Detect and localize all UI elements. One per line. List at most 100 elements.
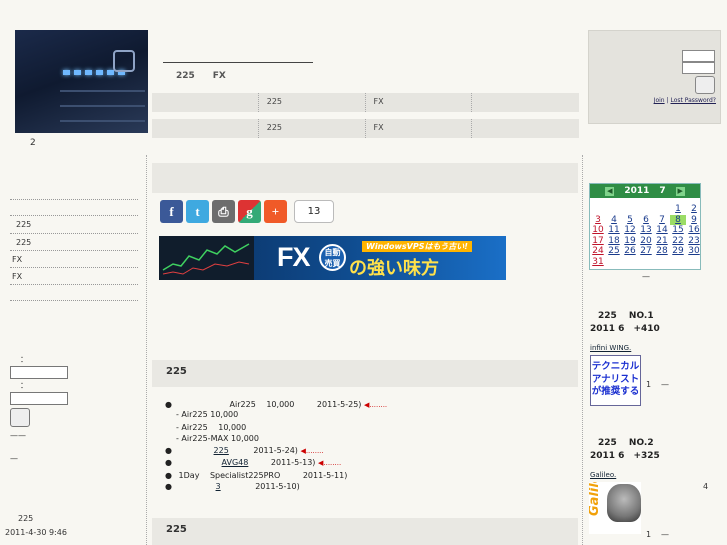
add-icon[interactable]: + [264,200,287,223]
calendar-day[interactable]: 31 [590,257,606,268]
fx-banner[interactable]: FX 自動 売買 WindowsVPSはもう古い! の強い味方 [159,236,506,280]
post-link[interactable]: 1Day Specialist225PRO [179,471,281,480]
calendar-day[interactable]: 24 [590,246,606,257]
sidebar-item[interactable]: FX [12,272,22,281]
list-item: ● 3 2011-5-10) [165,482,300,491]
nav-item[interactable] [472,93,579,112]
section-header: 225 [152,360,578,387]
technical-analyst-badge[interactable]: テクニカル アナリスト が推奨する [590,355,641,406]
calendar-day[interactable]: 15 [670,225,686,236]
nav-item[interactable] [152,93,259,112]
calendar-empty-cell [638,257,654,268]
recent-post-title[interactable]: 225 [18,514,33,523]
calendar-day[interactable]: 18 [606,236,622,247]
list-item: ● Air225 10,000 2011-5-25) ◀........ [165,400,388,409]
list-item[interactable]: - Air225-MAX 10,000 [176,434,259,443]
calendar-grid: 1 2 3 4 5 6 7 8 9 10 11 12 13 14 15 16 17 18 19 20 21 22 23 24 2… [590,198,700,267]
join-link[interactable]: Join [654,97,665,104]
calendar-footer-link[interactable]: — [642,272,650,281]
nav-item[interactable]: FX [366,93,473,112]
ranking-link[interactable]: infini WING. [590,344,631,352]
calendar-day[interactable]: 21 [654,236,670,247]
calendar-day[interactable]: 3 [590,215,606,226]
calendar-day[interactable]: 1 [670,204,686,215]
calendar-day[interactable]: 8 [670,214,686,225]
site-subtitle: 225 FX [176,71,226,81]
nav-item[interactable]: 225 [259,93,366,112]
prev-month-icon[interactable]: ◀ [605,186,615,196]
galileo-logo[interactable]: Galileo [589,482,641,534]
sidebar-divider [10,199,138,200]
calendar-day[interactable]: 23 [686,236,702,247]
calendar-day[interactable]: 7 [654,215,670,226]
password-input[interactable] [682,62,715,74]
lost-password-link[interactable]: Lost Password? [670,97,716,104]
sidebar-input[interactable] [10,392,68,405]
facebook-icon[interactable]: f [160,200,183,223]
calendar-day[interactable]: 22 [670,236,686,247]
calendar-day[interactable]: 5 [622,215,638,226]
sidebar-submit-button[interactable] [10,408,30,427]
post-link[interactable]: AVG48 [222,458,249,467]
calendar-empty-cell [622,204,638,215]
new-mark: ◀........ [300,447,324,455]
sidebar-divider [10,233,138,234]
calendar-empty-cell [670,257,686,268]
rank-number: 1 [646,530,652,539]
sidebar-input[interactable] [10,366,68,379]
list-item[interactable]: - Air225 10,000 [176,410,238,419]
sidebar-link[interactable]: — [10,454,18,463]
calendar-day[interactable]: 25 [606,246,622,257]
nav-item[interactable]: FX [366,119,473,138]
calendar-day[interactable]: 9 [686,215,702,226]
rank-link[interactable]: — [661,380,669,389]
calendar-day[interactable]: 30 [686,246,702,257]
ranking-link[interactable]: Galileo. [590,471,616,479]
username-input[interactable] [682,50,715,62]
calendar-day[interactable]: 2 [686,204,702,215]
list-item[interactable]: - Air225 10,000 [176,422,246,433]
nav-item[interactable] [472,119,579,138]
post-link[interactable]: 225 [214,446,229,455]
power-icon [113,50,135,72]
twitter-icon[interactable]: t [186,200,209,223]
calendar-day[interactable]: 26 [622,246,638,257]
post-link[interactable]: 3 [200,482,237,491]
calendar-day[interactable]: 12 [622,225,638,236]
sidebar-divider [10,250,138,251]
header-image [15,30,148,133]
sidebar-item[interactable]: 225 [16,238,31,247]
sidebar-link[interactable]: —— [10,431,26,440]
sidebar-item[interactable]: 225 [16,220,31,229]
print-icon[interactable]: ⎙ [212,200,235,223]
calendar-empty-cell [654,257,670,268]
calendar-day[interactable]: 20 [638,236,654,247]
calendar-day[interactable]: 17 [590,236,606,247]
banner-fx-text: FX [277,242,311,272]
post-link[interactable]: Air225 10,000 [230,400,295,409]
list-item: ● AVG48 2011-5-13) ◀........ [165,458,342,467]
calendar-day[interactable]: 13 [638,225,654,236]
rank-link[interactable]: — [661,530,669,539]
calendar-day[interactable]: 4 [606,215,622,226]
calendar-day[interactable]: 6 [638,215,654,226]
google-icon[interactable]: g [238,200,261,223]
nav-item[interactable] [152,119,259,138]
login-button[interactable] [695,76,715,94]
calendar-day[interactable]: 16 [686,225,702,236]
ranking-title: 225 NO.1 [598,311,654,321]
calendar-day[interactable]: 11 [606,225,622,236]
calendar-day[interactable]: 27 [638,246,654,257]
calendar-day[interactable]: 29 [670,246,686,257]
calendar-empty-cell [686,257,702,268]
calendar-day[interactable]: 10 [590,225,606,236]
login-box: Join | Lost Password? [588,30,721,124]
calendar-day[interactable]: 19 [622,236,638,247]
next-month-icon[interactable]: ▶ [675,186,685,196]
nav-item[interactable]: 225 [259,119,366,138]
side-number: 4 [703,482,709,491]
sidebar-item[interactable]: FX [12,255,22,264]
ranking-subtitle: 2011 6 +325 [590,451,660,461]
calendar-day[interactable]: 14 [654,225,670,236]
calendar-day[interactable]: 28 [654,246,670,257]
